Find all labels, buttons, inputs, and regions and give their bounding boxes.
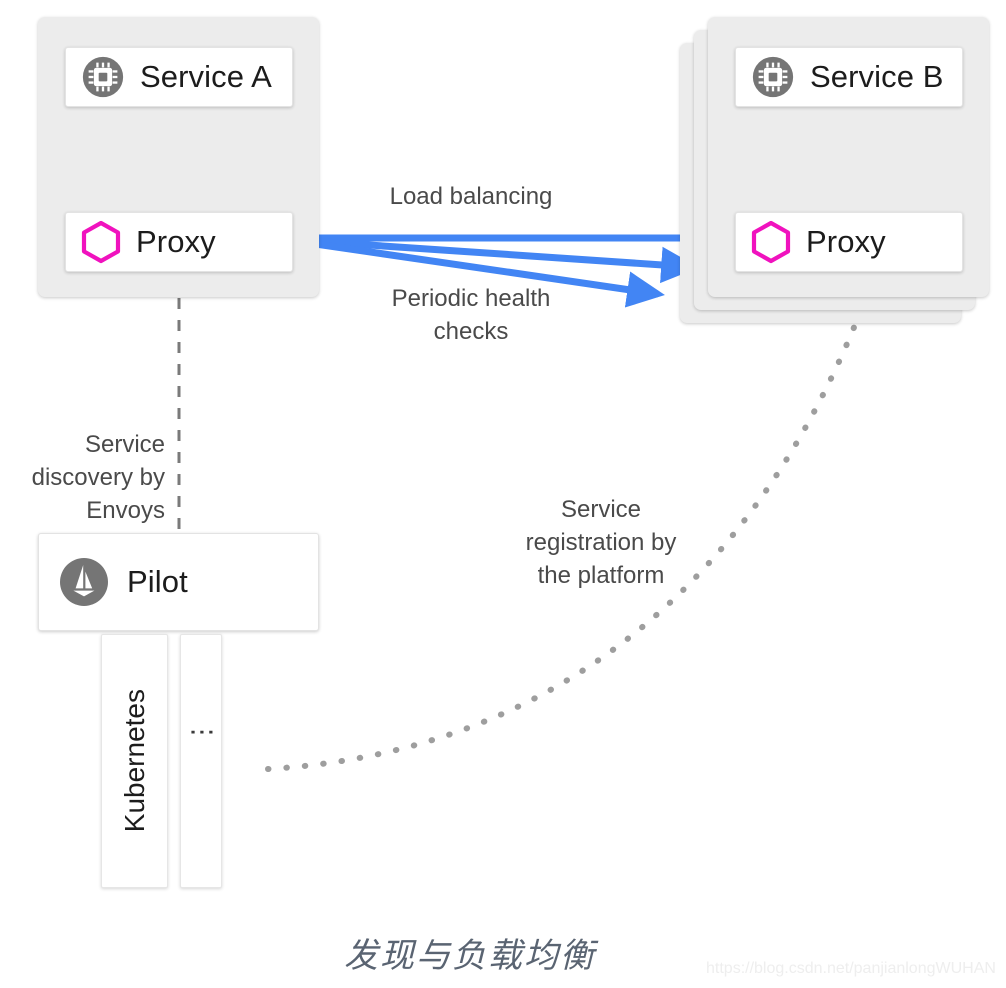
istio-sail-icon [57,555,111,609]
pilot-label: Pilot [127,564,188,599]
platform-card-kubernetes[interactable]: Kubernetes [101,634,168,888]
card-proxy-b[interactable]: Proxy [735,212,963,272]
card-service-b[interactable]: Service B [735,47,963,107]
platform-card-more[interactable]: ⋮ [180,634,222,888]
arrow-health-check-1 [294,236,699,284]
hexagon-icon [80,220,122,264]
group-service-b: Service B Proxy [708,17,989,297]
card-service-a[interactable]: Service A [65,47,293,107]
kubernetes-label: Kubernetes [118,689,150,833]
annotation-periodic-health-checks: Periodic health checks [391,285,551,345]
vertical-ellipsis-icon: ⋮ [186,719,216,745]
service-a-label: Service A [140,59,272,94]
cpu-chip-icon [80,54,126,100]
hexagon-icon [750,220,792,264]
watermark: https://blog.csdn.net/panjianlongWUHAN [706,960,996,977]
annotation-load-balancing: Load balancing [389,183,553,210]
diagram-caption: 发现与负载均衡 [344,937,596,975]
proxy-b-label: Proxy [806,224,886,259]
card-proxy-a[interactable]: Proxy [65,212,293,272]
annotation-service-discovery: Service discovery by Envoys [31,431,165,524]
card-pilot[interactable]: Pilot [38,533,319,631]
proxy-a-label: Proxy [136,224,216,259]
service-b-label: Service B [810,59,944,94]
diagram-canvas: Service A Proxy Service B Proxy Pilot Ku… [0,0,1006,988]
group-service-a: Service A Proxy [38,17,319,297]
annotation-service-registration: Service registration by the platform [525,496,677,589]
cpu-chip-icon [750,54,796,100]
